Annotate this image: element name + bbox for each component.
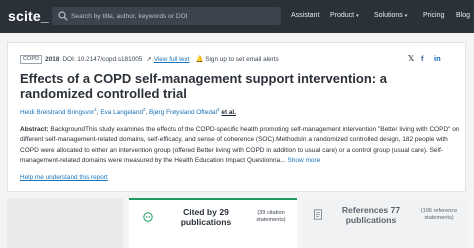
nav-solutions[interactable]: Solutions ▾ [374, 12, 407, 19]
search-box[interactable] [52, 7, 281, 25]
chevron-down-icon: ▾ [356, 13, 359, 19]
references-count: References 77 publications [341, 205, 401, 225]
doi-text: DOI: 10.2147/copd.s181005 [62, 56, 143, 63]
reference-statements: (106 reference statements) [420, 208, 458, 221]
author-link[interactable]: Heidi Breistrand Bringsvor [20, 109, 94, 116]
nav-assistant[interactable]: Assistant [291, 12, 319, 19]
document-icon [314, 209, 322, 220]
external-link-icon: ↗ [146, 56, 152, 63]
share-facebook-icon[interactable]: f [421, 54, 424, 63]
nav-blog[interactable]: Blog [456, 12, 470, 19]
et-al-link[interactable]: et al. [221, 109, 236, 116]
abstract-text: BackgroundThis study examines the effect… [20, 126, 460, 165]
paper-meta: COPD 2018 DOI: 10.2147/copd.s181005 ↗ View f… [20, 55, 279, 65]
nav-solutions-label: Solutions [374, 12, 403, 19]
bell-icon: 🔔 [195, 56, 204, 63]
cited-by-tab[interactable]: Cited by 29 publications (39 citation st… [129, 198, 297, 248]
author-link[interactable]: Eva Langeland [100, 109, 143, 116]
cited-by-label: Cited by 29 publications [180, 207, 232, 227]
author-affiliation: 3 [216, 107, 220, 112]
chevron-down-icon: ▾ [404, 13, 408, 19]
paper-card: COPD 2018 DOI: 10.2147/copd.s181005 ↗ View f… [7, 42, 466, 192]
journal-badge: COPD [20, 55, 43, 64]
nav-product-label: Product [330, 12, 355, 19]
help-understand-report-link[interactable]: Help me understand this report [20, 174, 108, 181]
show-more-link[interactable]: Show more [287, 157, 320, 164]
search-input[interactable] [71, 7, 277, 25]
paper-title: Effects of a COPD self-management suppor… [20, 71, 387, 101]
share-twitter-icon[interactable]: 𝕏 [408, 54, 414, 63]
nav-pricing[interactable]: Pricing [423, 12, 444, 19]
view-full-text-link[interactable]: View full text [154, 56, 190, 63]
author-list: Heidi Breistrand Bringsvor1, Eva Langela… [20, 107, 236, 116]
email-alerts-link[interactable]: Sign up to set email alerts [205, 56, 279, 63]
top-navbar: scite_ Assistant Product▾ Solutions▾ Pri… [0, 0, 474, 33]
abstract: Abstract: BackgroundThis study examines … [20, 125, 460, 167]
quote-bubble-icon [143, 212, 153, 222]
citation-statements: (39 citation statements) [256, 210, 286, 223]
publication-year: 2018 [45, 56, 60, 63]
abstract-label: Abstract: [20, 126, 49, 133]
author-link[interactable]: Bjørg Frøysland Oftedal [149, 109, 217, 116]
search-icon [58, 11, 68, 21]
nav-product[interactable]: Product ▾ [330, 12, 359, 19]
scite-logo[interactable]: scite_ [8, 8, 49, 24]
share-linkedin-icon[interactable]: in [434, 54, 441, 63]
references-tab[interactable]: References 77 publications (106 referenc… [303, 198, 468, 248]
cited-by-count: Cited by 29 publications [174, 207, 238, 227]
left-panel [7, 198, 123, 248]
